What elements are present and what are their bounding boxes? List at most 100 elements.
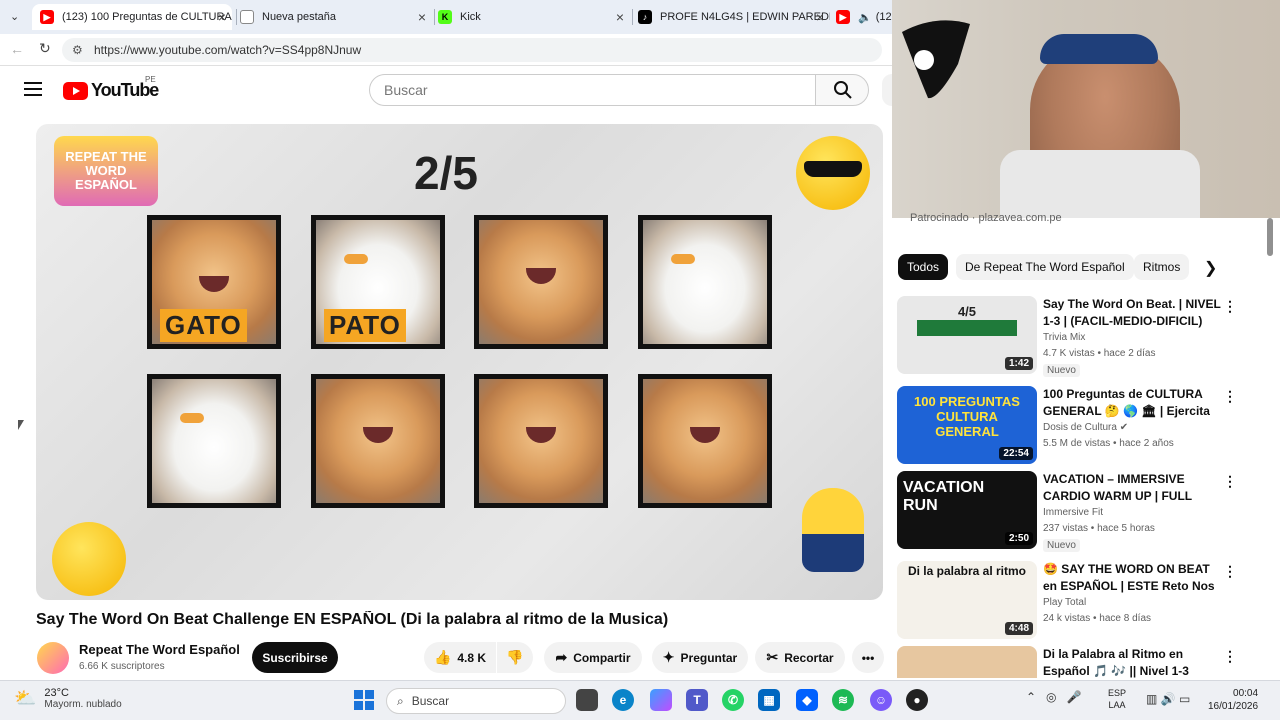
voice-search-button[interactable] (882, 74, 892, 106)
scrollbar-thumb[interactable] (1267, 218, 1273, 256)
close-tab-icon[interactable]: × (418, 9, 426, 25)
ask-label: Preguntar (680, 650, 738, 665)
video-thumbnail[interactable]: Di la palabra al ritmo 4:48 (897, 561, 1037, 639)
sidebar-scrollbar[interactable] (1266, 218, 1274, 678)
file-explorer-icon[interactable] (576, 689, 598, 711)
video-thumbnail[interactable]: 4/5 1:42 (897, 296, 1037, 374)
tab-tiktok[interactable]: ♪ PROFE N4LG4S | EDWIN PAREDES × (634, 4, 830, 30)
tab-label: Kick (460, 11, 481, 23)
language-indicator[interactable]: ESP LAA (1108, 687, 1126, 711)
tab-label: (123) 100 Preguntas de CULTURA (62, 11, 232, 23)
tab-kick[interactable]: K Kick × (434, 4, 630, 30)
network-volume-battery-icons[interactable]: ▥ 🔊 ▭ (1146, 692, 1190, 706)
youtube-play-icon (63, 81, 88, 100)
search-icon (834, 81, 852, 99)
youtube-logo[interactable]: YouTube PE (63, 75, 159, 101)
chip-channel[interactable]: De Repeat The Word Español (956, 254, 1134, 280)
recommendation-item[interactable]: VACATION RUN 2:50 VACATION – IMMERSIVE C… (897, 471, 1267, 552)
recommendation-meta: 4.7 K vistas • hace 2 días (1043, 348, 1156, 359)
site-info-icon[interactable]: ⚙ (72, 43, 86, 57)
back-icon[interactable]: ← (10, 41, 24, 57)
duck-card (638, 215, 772, 349)
dropbox-icon[interactable]: ◆ (796, 689, 818, 711)
ask-button[interactable]: ✦ Preguntar (652, 642, 748, 673)
obs-icon[interactable]: ● (906, 689, 928, 711)
clock-date: 16/01/2026 (1208, 701, 1259, 712)
clip-button[interactable]: ✂ Recortar (755, 642, 845, 673)
more-actions-button[interactable]: ••• (852, 642, 884, 673)
recommendation-item[interactable]: Di la Palabra al Ritmo en Español 🎵 🎶 ||… (897, 646, 1267, 678)
discord-icon[interactable]: ☺ (870, 689, 892, 711)
cloud-sun-icon: ⛅ (14, 688, 37, 708)
thumbs-down-icon: 👎 (506, 649, 524, 665)
chip-rhythms[interactable]: Ritmos (1134, 254, 1190, 280)
recommendation-item[interactable]: 4/5 1:42 Say The Word On Beat. | NIVEL 1… (897, 296, 1267, 377)
video-duration: 2:50 (1004, 532, 1033, 545)
kebab-menu-icon[interactable]: ⋮ (1223, 563, 1237, 580)
tab-youtube-audio[interactable]: ▶ 🔈 (12 (834, 4, 892, 30)
spotify-icon[interactable]: ≋ (832, 689, 854, 711)
video-thumbnail[interactable] (897, 646, 1037, 678)
thumbnail-text: Di la palabra al ritmo (907, 564, 1027, 578)
channel-label: Dosis de Cultura (1043, 422, 1117, 433)
like-count: 4.8 K (457, 650, 487, 665)
close-tab-icon[interactable]: × (616, 9, 624, 25)
search-input[interactable]: Buscar (369, 74, 816, 106)
taskbar-search[interactable]: ⌕ Buscar (386, 688, 566, 714)
kebab-menu-icon[interactable]: ⋮ (1223, 388, 1237, 405)
close-tab-icon[interactable]: × (816, 9, 824, 25)
recommendation-channel[interactable]: Dosis de Cultura ✔ (1043, 422, 1128, 433)
teams-icon[interactable]: T (686, 689, 708, 711)
close-tab-icon[interactable]: × (218, 9, 226, 25)
chevron-right-icon[interactable]: ❯ (1204, 258, 1217, 278)
recommendation-meta: 24 k vistas • hace 8 días (1043, 613, 1152, 624)
kebab-menu-icon[interactable]: ⋮ (1223, 648, 1237, 665)
video-thumbnail[interactable]: 100 PREGUNTAS CULTURA GENERAL 22:54 (897, 386, 1037, 464)
video-duration: 4:48 (1004, 622, 1033, 635)
share-button[interactable]: ➦ Compartir (544, 642, 642, 673)
system-clock[interactable]: 00:04 16/01/2026 (1208, 687, 1258, 713)
edge-browser-icon[interactable]: e (612, 689, 634, 711)
tab-youtube-cultura[interactable]: ▶ (123) 100 Preguntas de CULTURA × (32, 4, 232, 30)
temperature: 23°C (44, 687, 69, 699)
kebab-menu-icon[interactable]: ⋮ (1223, 298, 1237, 315)
recommendation-title[interactable]: 🤩 SAY THE WORD ON BEAT en ESPAÑOL | ESTE… (1043, 561, 1223, 595)
recommendation-channel[interactable]: Immersive Fit (1043, 507, 1103, 518)
recommendation-title[interactable]: Di la Palabra al Ritmo en Español 🎵 🎶 ||… (1043, 646, 1223, 678)
recommendation-channel[interactable]: Play Total (1043, 597, 1086, 608)
youtube-header: YouTube PE Buscar (0, 66, 892, 116)
sponsored-text[interactable]: Patrocinado · plazavea.com.pe (910, 212, 1062, 224)
channel-avatar[interactable] (37, 642, 69, 674)
chip-all[interactable]: Todos (898, 254, 949, 280)
menu-icon[interactable] (24, 82, 42, 96)
subscribe-button[interactable]: Suscribirse (252, 642, 338, 673)
recommendation-channel[interactable]: Trivia Mix (1043, 332, 1085, 343)
like-button[interactable]: 👍 4.8 K (424, 642, 496, 673)
store-icon[interactable]: ▦ (758, 689, 780, 711)
recommendation-item[interactable]: 100 PREGUNTAS CULTURA GENERAL 22:54 100 … (897, 386, 1267, 464)
recommendation-title[interactable]: 100 Preguntas de CULTURA GENERAL 🤔 🌎 🏛 |… (1043, 386, 1223, 420)
channel-name[interactable]: Repeat The Word Español (79, 642, 240, 657)
search-button[interactable] (815, 74, 869, 106)
speaker-icon[interactable]: 🔈 (858, 11, 872, 24)
tab-new-tab[interactable]: Nueva pestaña × (236, 4, 432, 30)
video-duration: 1:42 (1004, 357, 1033, 370)
dislike-button[interactable]: 👎 (497, 642, 533, 673)
recommendation-title[interactable]: VACATION – IMMERSIVE CARDIO WARM UP | FU… (1043, 471, 1223, 505)
recommendation-title[interactable]: Say The Word On Beat. | NIVEL 1-3 | (FAC… (1043, 296, 1223, 330)
system-tray-icons[interactable]: ⌃ ◎ 🎤 (1026, 690, 1081, 704)
tab-list-dropdown-icon[interactable]: ⌄ (10, 10, 19, 23)
video-thumbnail[interactable]: VACATION RUN 2:50 (897, 471, 1037, 549)
more-icon: ••• (861, 650, 875, 665)
windows-start-icon[interactable] (354, 690, 374, 710)
newtab-icon (240, 10, 254, 24)
reload-icon[interactable]: ↻ (39, 40, 51, 57)
cat-card (474, 374, 608, 508)
url-field[interactable]: ⚙ https://www.youtube.com/watch?v=SS4pp8… (62, 38, 882, 62)
weather-widget[interactable]: ⛅ 23°C Mayorm. nublado (14, 687, 122, 710)
whatsapp-icon[interactable]: ✆ (722, 689, 744, 711)
recommendation-item[interactable]: Di la palabra al ritmo 4:48 🤩 SAY THE WO… (897, 561, 1267, 639)
copilot-icon[interactable] (650, 689, 672, 711)
video-player[interactable]: REPEAT THE WORD ESPAÑOL 2/5 GATO PATO (36, 124, 883, 600)
kebab-menu-icon[interactable]: ⋮ (1223, 473, 1237, 490)
